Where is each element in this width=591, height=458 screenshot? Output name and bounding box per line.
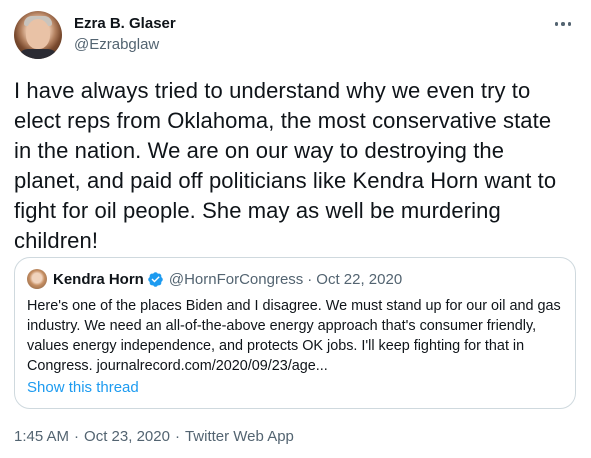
author-handle[interactable]: @Ezrabglaw: [74, 36, 159, 53]
quoted-tweet-header: Kendra Horn @HornForCongress · Oct 22, 2…: [27, 269, 402, 289]
avatar-shirt: [18, 49, 58, 59]
quoted-separator: ·: [307, 270, 313, 288]
tweet-source[interactable]: Twitter Web App: [185, 428, 294, 445]
tweet-meta: 1:45 AM · Oct 23, 2020 · Twitter Web App: [14, 428, 294, 445]
tweet: Ezra B. Glaser @Ezrabglaw I have always …: [0, 0, 591, 458]
more-options-button[interactable]: [549, 14, 577, 34]
meta-separator-2: ·: [174, 428, 180, 445]
tweet-date[interactable]: Oct 23, 2020: [84, 428, 170, 445]
more-dots-icon: [554, 22, 559, 26]
show-thread-link[interactable]: Show this thread: [27, 379, 139, 396]
verified-badge-icon: [148, 271, 163, 287]
quoted-author-handle: @HornForCongress: [168, 270, 304, 288]
quoted-tweet[interactable]: Kendra Horn @HornForCongress · Oct 22, 2…: [14, 257, 576, 409]
quoted-author-avatar: [27, 269, 47, 289]
quoted-author-name: Kendra Horn: [53, 270, 144, 288]
tweet-text: I have always tried to understand why we…: [14, 78, 557, 253]
more-dots-icon-dot: [567, 22, 572, 26]
meta-separator: ·: [74, 428, 80, 445]
tweet-time[interactable]: 1:45 AM: [14, 428, 69, 445]
author-name[interactable]: Ezra B. Glaser: [74, 15, 176, 32]
avatar-face: [26, 19, 50, 49]
more-dots-icon-dot: [561, 22, 565, 26]
quoted-tweet-text: Here's one of the places Biden and I dis…: [27, 298, 561, 374]
author-avatar[interactable]: [14, 11, 62, 59]
quoted-date[interactable]: Oct 22, 2020: [316, 271, 402, 288]
